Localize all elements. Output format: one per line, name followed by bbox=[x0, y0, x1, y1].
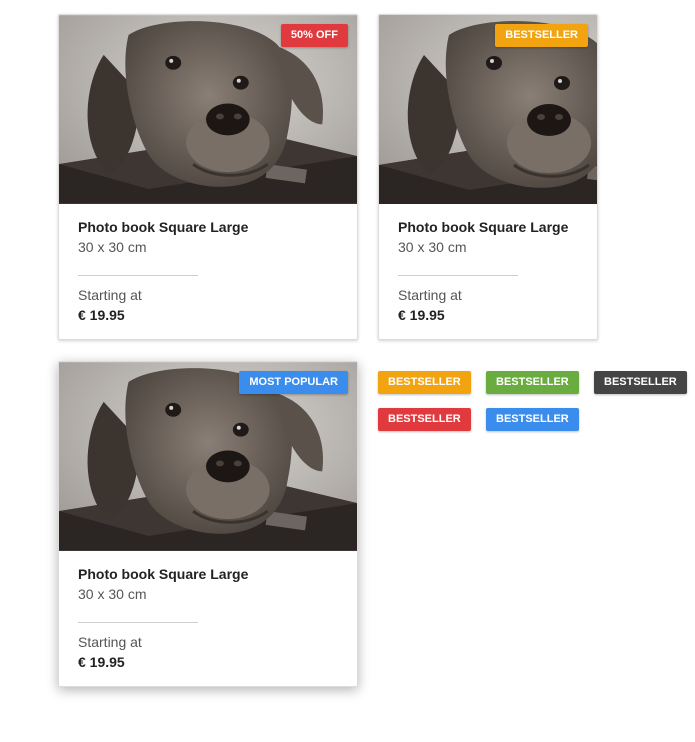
product-dimensions: 30 x 30 cm bbox=[78, 586, 147, 602]
starting-label: Starting at bbox=[398, 287, 462, 303]
product-price: € 19.95 bbox=[78, 654, 125, 670]
product-price: € 19.95 bbox=[78, 307, 125, 323]
most-popular-badge: MOST POPULAR bbox=[239, 371, 348, 394]
product-image: BESTSELLER bbox=[379, 15, 597, 204]
product-dimensions: 30 x 30 cm bbox=[78, 239, 147, 255]
product-card-3[interactable]: MOST POPULAR Photo book Square Large 30 … bbox=[58, 361, 358, 687]
product-card-1[interactable]: 50% OFF Photo book Square Large 30 x 30 … bbox=[58, 14, 358, 340]
badge-sample-blue: BESTSELLER bbox=[486, 408, 579, 431]
starting-label: Starting at bbox=[78, 634, 142, 650]
product-image: 50% OFF bbox=[59, 15, 357, 204]
product-card-2[interactable]: BESTSELLER Photo book Square Large 30 x … bbox=[378, 14, 598, 340]
badge-sample-green: BESTSELLER bbox=[486, 371, 579, 394]
starting-label: Starting at bbox=[78, 287, 142, 303]
product-image: MOST POPULAR bbox=[59, 362, 357, 551]
bestseller-badge: BESTSELLER bbox=[495, 24, 588, 47]
product-title: Photo book Square Large bbox=[78, 566, 249, 582]
product-title: Photo book Square Large bbox=[398, 219, 569, 235]
badge-sample-dark: BESTSELLER bbox=[594, 371, 687, 394]
divider bbox=[78, 622, 198, 623]
product-dimensions: 30 x 30 cm bbox=[398, 239, 467, 255]
divider bbox=[78, 275, 198, 276]
badge-sample-orange: BESTSELLER bbox=[378, 371, 471, 394]
product-price: € 19.95 bbox=[398, 307, 445, 323]
sale-badge: 50% OFF bbox=[280, 24, 348, 47]
divider bbox=[398, 275, 518, 276]
product-title: Photo book Square Large bbox=[78, 219, 249, 235]
badge-sample-red: BESTSELLER bbox=[378, 408, 471, 431]
